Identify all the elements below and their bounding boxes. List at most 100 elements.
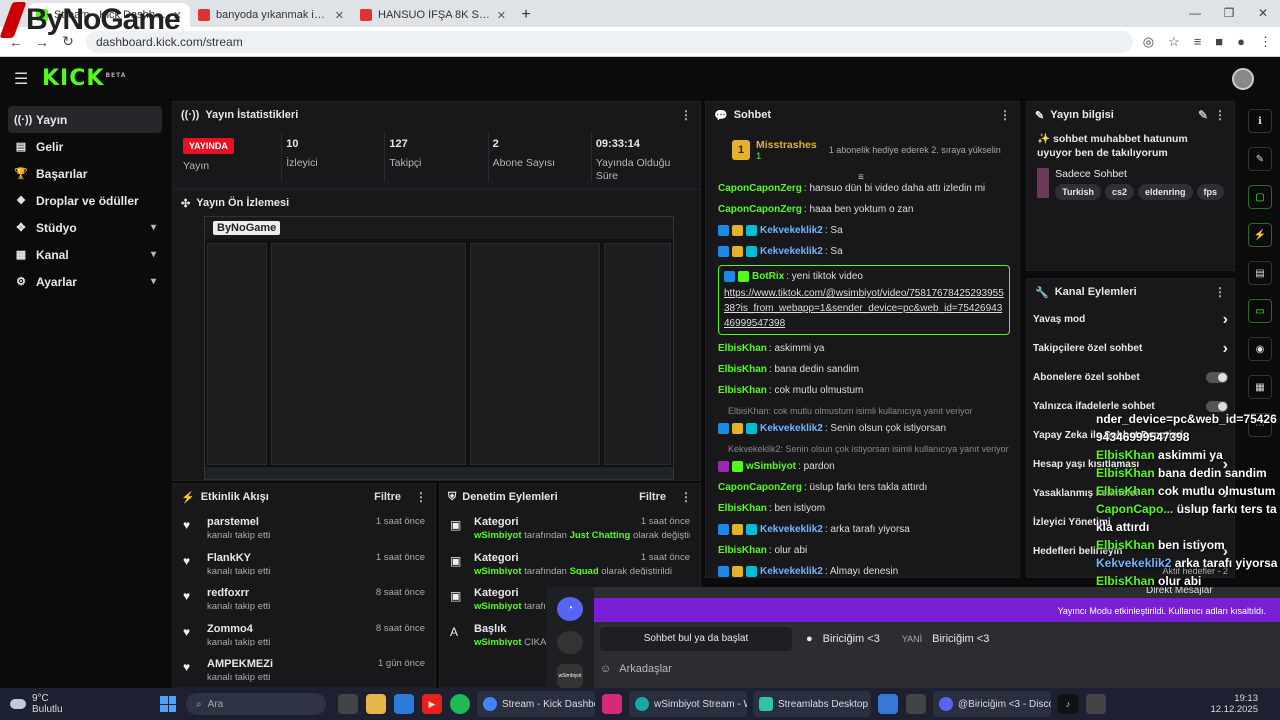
taskbar-window-discord[interactable]: @Biriciğim <3 - Discord — [933, 691, 1051, 717]
browser-tab-youtube-2[interactable]: HANSUO İFŞA 8K SANSÜRSÜZ ✕ — [352, 3, 514, 27]
info-icon[interactable]: ℹ — [1248, 109, 1272, 133]
taskbar-search[interactable]: ⌕ Ara — [186, 693, 326, 715]
activity-row[interactable]: ♥ AMPEKMEZi 1 gün önce kanalı takip etti — [173, 652, 435, 688]
chat-message[interactable]: ElbisKhan: bana dedin sandim — [718, 359, 1010, 380]
chat-username[interactable]: Kekvekeklik2 — [760, 522, 823, 537]
kick-logo[interactable]: KICKBETA — [42, 66, 126, 91]
moderation-row[interactable]: ▣ Kategori 1 saat önce wSimbiyot tarafından… — [440, 546, 700, 582]
pencil-icon[interactable]: ✎ — [1248, 147, 1272, 171]
reading-list-icon[interactable]: ≡ — [1194, 34, 1202, 50]
panel-menu-icon[interactable]: ⋮ — [999, 108, 1011, 122]
task-view-icon[interactable] — [338, 694, 358, 714]
toggle-switch[interactable] — [1206, 372, 1228, 383]
chat-username[interactable]: Kekvekeklik2 — [760, 564, 823, 579]
taskbar-window-edge[interactable]: wSimbiyot Stream - Wa — [629, 691, 747, 717]
chat-username[interactable]: BotRix — [752, 269, 784, 284]
file-explorer-icon[interactable] — [366, 694, 386, 714]
chat-message[interactable]: ElbisKhan: askimmi ya — [718, 338, 1010, 359]
grid-icon[interactable]: ▦ — [1248, 375, 1272, 399]
chat-message[interactable]: Kekvekeklik2: Sa — [718, 241, 1010, 262]
app-icon[interactable] — [906, 694, 926, 714]
maximize-icon[interactable]: ❐ — [1212, 0, 1246, 27]
chat-username[interactable]: ElbisKhan — [718, 383, 767, 398]
chat-username[interactable]: ElbisKhan — [718, 543, 767, 558]
close-tab-icon[interactable]: ✕ — [335, 9, 344, 22]
chat-message[interactable]: CaponCaponZerg: haaa ben yoktum o zan — [718, 199, 1010, 220]
instagram-icon[interactable] — [602, 694, 622, 714]
youtube-icon[interactable]: ▶ — [422, 694, 442, 714]
panel-menu-icon[interactable]: ⋮ — [680, 490, 692, 504]
sidebar-item-studyo[interactable]: ✥ Stüdyo ▾ — [8, 214, 162, 241]
chat-username[interactable]: ElbisKhan — [718, 362, 767, 377]
browser-tab-youtube-1[interactable]: banyoda yıkanmak isterd ✕ — [190, 3, 352, 27]
chat-username[interactable]: ElbisKhan — [718, 341, 767, 356]
user-avatar[interactable] — [1232, 68, 1254, 90]
profile-icon[interactable]: ● — [1237, 34, 1245, 50]
more-menu-icon[interactable]: ⋮ — [1259, 34, 1272, 50]
app-icon[interactable] — [1086, 694, 1106, 714]
taskbar-window-streamlabs[interactable]: Streamlabs Desktop — [753, 691, 871, 717]
channel-action-item[interactable]: Abonelere özel sohbet — [1027, 363, 1234, 392]
system-clock[interactable]: 19:13 12.12.2025 — [1210, 693, 1258, 715]
chat-icon[interactable]: ▭ — [1248, 299, 1272, 323]
chat-username[interactable]: Kekvekeklik2 — [760, 223, 823, 238]
hamburger-menu-icon[interactable]: ☰ — [14, 69, 42, 89]
taskbar-window-kick[interactable]: Stream - Kick Dashboa — [477, 691, 595, 717]
eye-off-icon[interactable]: ◎ — [1143, 34, 1154, 50]
bolt-icon[interactable]: ⚡ — [1248, 223, 1272, 247]
panel-menu-icon[interactable]: ⋮ — [680, 108, 692, 122]
sidebar-item-kanal[interactable]: ▦ Kanal ▾ — [8, 241, 162, 268]
chat-message[interactable]: Kekvekeklik2: Senin olsun çok istiyorsan… — [718, 439, 1010, 477]
new-tab-button[interactable]: + — [514, 3, 538, 27]
chat-message[interactable]: Kekvekeklik2: Sa — [718, 220, 1010, 241]
chat-message[interactable]: Kekvekeklik2: arka tarafı yiyorsa — [718, 519, 1010, 540]
chat-message[interactable]: ElbisKhan: cok mutlu olmustum — [718, 380, 1010, 401]
channel-action-item[interactable]: Yavaş mod › — [1027, 305, 1234, 334]
sub-leaderboard[interactable]: 1 Misstrashes 1 1 abonelik hediye ederek … — [706, 128, 1019, 166]
sidebar-item-yayin[interactable]: ((·)) Yayın — [8, 106, 162, 133]
app-icon[interactable] — [878, 694, 898, 714]
chat-username[interactable]: ElbisKhan — [718, 501, 767, 516]
panel-menu-icon[interactable]: ⋮ — [415, 490, 427, 504]
chat-message[interactable]: BotRix: yeni tiktok video https://www.tik… — [718, 265, 1010, 335]
chat-message[interactable]: Kekvekeklik2: Almayı denesin — [718, 561, 1010, 582]
panel-menu-icon[interactable]: ⋮ — [1214, 285, 1226, 299]
discord-search-button[interactable]: Sohbet bul ya da başlat — [600, 627, 792, 651]
weather-widget[interactable]: 9°C Bulutlu — [10, 693, 160, 715]
activity-row[interactable]: ♥ Zommo4 8 saat önce kanalı takip etti — [173, 617, 435, 653]
edit-icon[interactable]: ✎ — [1198, 108, 1208, 122]
server-avatar[interactable] — [557, 630, 583, 655]
spotify-icon[interactable] — [450, 694, 470, 714]
chat-message[interactable]: CaponCaponZerg: üslup farkı ters takla a… — [718, 477, 1010, 498]
chat-message[interactable]: CaponCaponZerg: hansuo dün bi video daha… — [718, 178, 1010, 199]
chat-message[interactable]: ElbisKhan: cok mutlu olmustum isimli kul… — [718, 401, 1010, 439]
filter-button[interactable]: Filtre — [639, 491, 666, 503]
server-avatar[interactable]: wSimbiyot — [557, 664, 583, 688]
chat-message[interactable]: ElbisKhan: olur abi — [718, 540, 1010, 561]
friends-item[interactable]: ☺ Arkadaşlar — [600, 663, 672, 675]
activity-row[interactable]: ♥ parstemel 1 saat önce kanalı takip etti — [173, 510, 435, 546]
chat-username[interactable]: CaponCaponZerg — [718, 480, 802, 495]
chat-username[interactable]: CaponCaponZerg — [718, 181, 802, 196]
chat-link[interactable]: https://www.tiktok.com/@wsimbiyot/video/… — [724, 286, 1004, 331]
tiktok-icon[interactable]: ♪ — [1058, 694, 1078, 714]
activity-row[interactable]: ♥ FlankKY 1 saat önce kanalı takip etti — [173, 546, 435, 582]
filter-button[interactable]: Filtre — [374, 491, 401, 503]
chat-username[interactable]: Kekvekeklik2 — [760, 244, 823, 259]
sidebar-item-droplar[interactable]: ❖ Droplar ve ödüller — [8, 187, 162, 214]
channel-action-item[interactable]: Takipçilere özel sohbet › — [1027, 334, 1234, 363]
activity-row[interactable]: ♥ redfoxrr 8 saat önce kanalı takip etti — [173, 581, 435, 617]
panel-menu-icon[interactable]: ⋮ — [1214, 108, 1226, 122]
stream-preview-video[interactable]: ByNoGame — [204, 216, 674, 480]
minimize-icon[interactable]: — — [1178, 0, 1212, 27]
moderation-row[interactable]: ▣ Kategori 1 saat önce wSimbiyot tarafından… — [440, 510, 700, 546]
chat-username[interactable]: wSimbiyot — [746, 459, 796, 474]
chat-username[interactable]: CaponCaponZerg — [718, 202, 802, 217]
address-bar[interactable]: dashboard.kick.com/stream — [86, 30, 1133, 53]
store-icon[interactable] — [394, 694, 414, 714]
document-icon[interactable]: ▤ — [1248, 261, 1272, 285]
screen-icon[interactable]: ▢ — [1248, 185, 1272, 209]
extension-icon[interactable]: ■ — [1215, 34, 1223, 50]
chat-username[interactable]: Kekvekeklik2 — [760, 421, 823, 436]
star-icon[interactable]: ☆ — [1168, 34, 1180, 50]
